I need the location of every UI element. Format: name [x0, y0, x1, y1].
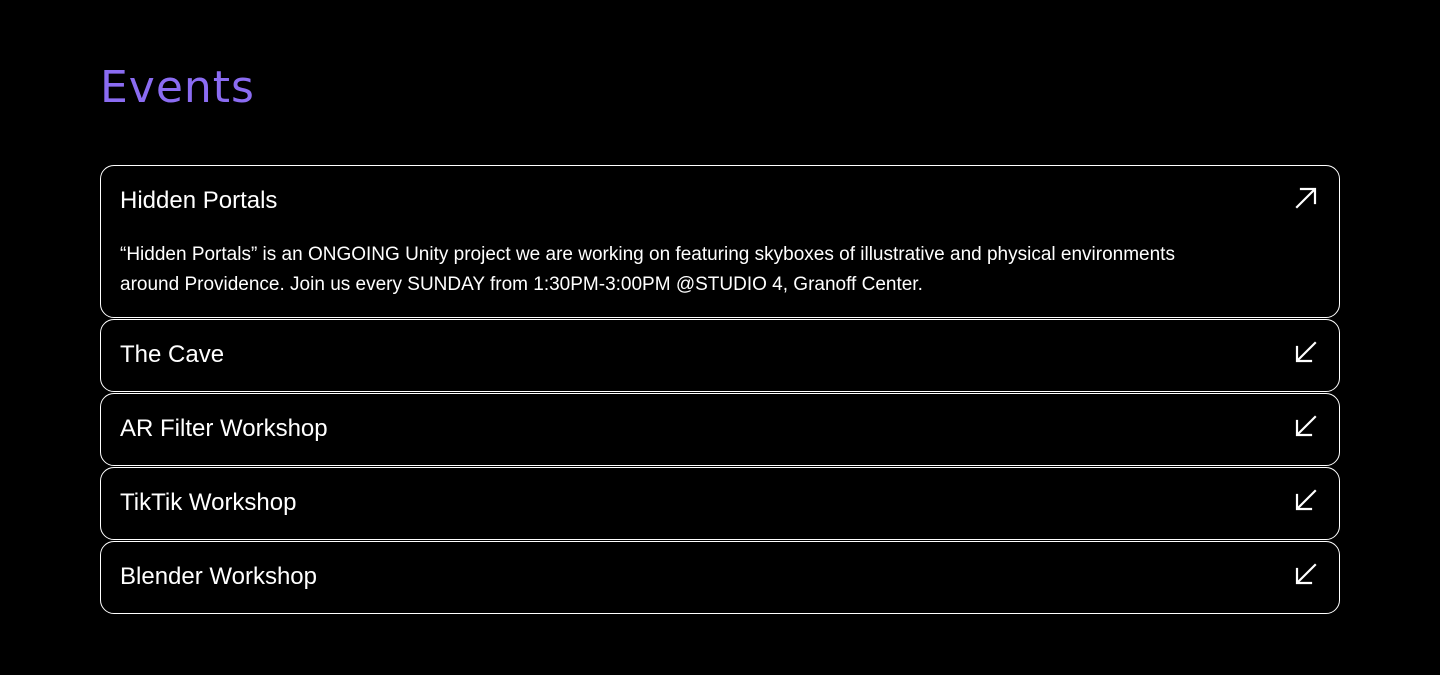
- event-card-blender-workshop[interactable]: Blender Workshop: [100, 541, 1340, 614]
- event-card-the-cave[interactable]: The Cave: [100, 319, 1340, 392]
- arrow-down-left-icon[interactable]: [1293, 339, 1319, 365]
- event-card-hidden-portals[interactable]: Hidden Portals “Hidden Portals” is an ON…: [100, 165, 1340, 318]
- event-title: AR Filter Workshop: [120, 415, 328, 442]
- event-description: “Hidden Portals” is an ONGOING Unity pro…: [120, 244, 1175, 295]
- event-title: Hidden Portals: [120, 187, 278, 214]
- event-title: The Cave: [120, 341, 225, 368]
- arrow-down-left-icon[interactable]: [1293, 561, 1319, 587]
- arrow-down-left-icon[interactable]: [1293, 487, 1319, 513]
- event-title: TikTik Workshop: [120, 489, 297, 516]
- event-card-ar-filter-workshop[interactable]: AR Filter Workshop: [100, 393, 1340, 466]
- page-title: Events: [100, 62, 255, 113]
- events-list: Hidden Portals “Hidden Portals” is an ON…: [100, 165, 1340, 615]
- arrow-down-left-icon[interactable]: [1293, 413, 1319, 439]
- event-title: Blender Workshop: [120, 563, 317, 590]
- event-card-tiktik-workshop[interactable]: TikTik Workshop: [100, 467, 1340, 540]
- arrow-up-right-icon[interactable]: [1293, 185, 1319, 211]
